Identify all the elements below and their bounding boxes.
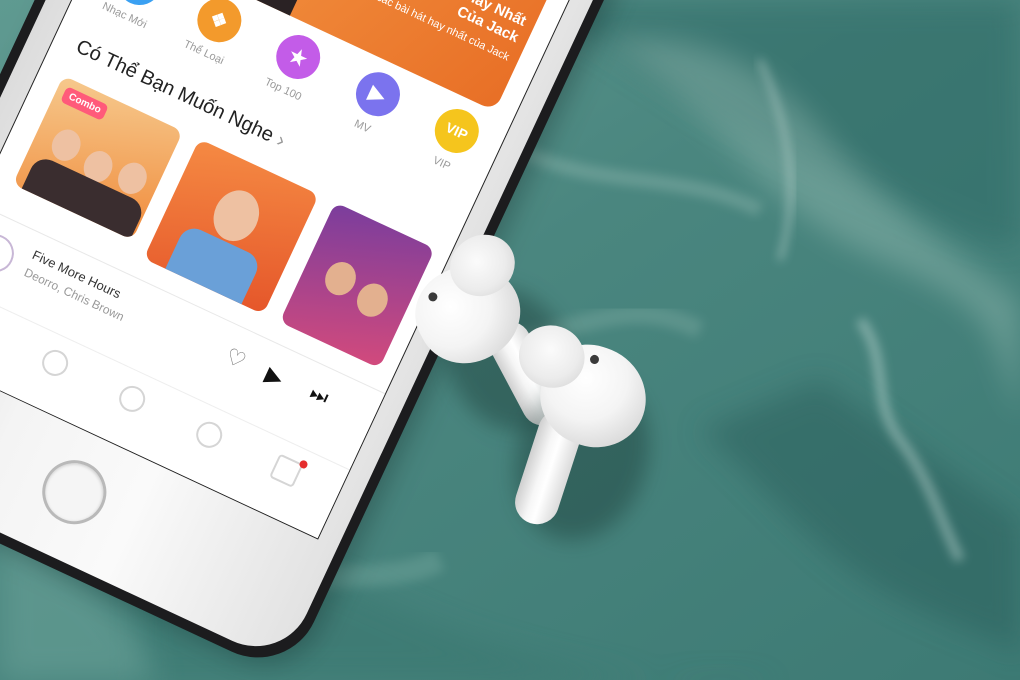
tab-radio-icon[interactable]	[114, 381, 150, 417]
thumb-badge: Combo	[60, 86, 110, 122]
tab-profile-icon[interactable]	[268, 453, 304, 488]
playlist-card[interactable]: Combo	[12, 75, 184, 241]
heart-icon[interactable]: ♡	[221, 343, 250, 375]
artist-face	[46, 124, 86, 166]
category-label: Nhạc Mới	[100, 0, 149, 32]
skip-next-icon[interactable]: ⏭	[306, 382, 332, 410]
tab-discover-icon[interactable]	[37, 345, 73, 381]
photo-scene: Những Bài Hát Hay Nhất Của Jack Tuyển tậ…	[0, 0, 1020, 680]
grid-icon: ❖	[189, 0, 249, 50]
star-icon: ★	[268, 27, 328, 87]
artist-face	[351, 278, 394, 322]
vip-badge-icon: VIP	[427, 101, 487, 161]
now-playing-disc-icon	[0, 227, 21, 279]
chevron-right-icon: ›	[273, 129, 289, 152]
tab-chart-icon[interactable]	[191, 417, 227, 453]
artist-face	[319, 256, 362, 301]
video-camera-icon: ▶	[348, 64, 407, 124]
playlist-card[interactable]	[143, 138, 319, 315]
play-icon[interactable]: ▶	[261, 361, 288, 392]
